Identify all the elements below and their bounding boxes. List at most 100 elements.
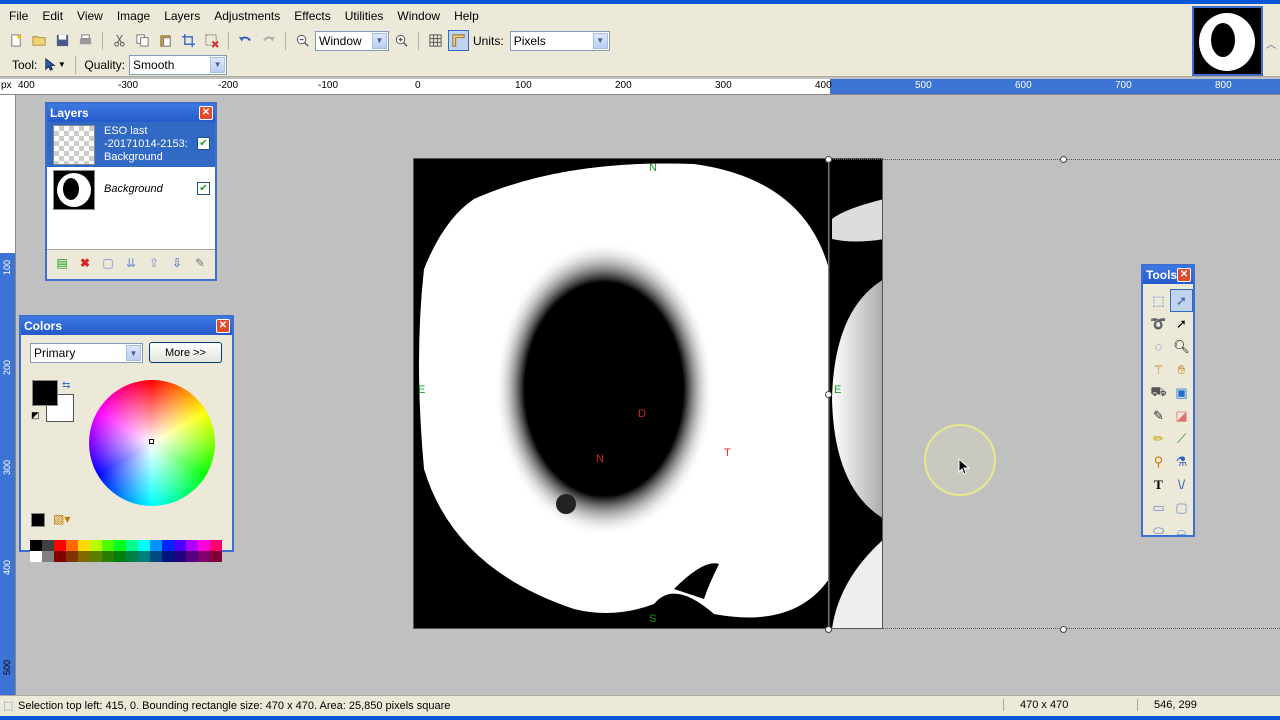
- text-tool-icon[interactable]: T: [1147, 473, 1170, 496]
- paste-button[interactable]: [155, 30, 176, 51]
- palette-swatch[interactable]: [186, 540, 198, 551]
- menu-effects[interactable]: Effects: [287, 7, 337, 25]
- crop-button[interactable]: [178, 30, 199, 51]
- swap-colors-icon[interactable]: ⇆: [62, 380, 70, 391]
- rounded-rectangle-tool-icon[interactable]: ▢: [1170, 496, 1193, 519]
- zoom-in-button[interactable]: [391, 30, 412, 51]
- add-layer-icon[interactable]: ▤: [54, 255, 70, 271]
- close-icon[interactable]: ✕: [1177, 268, 1191, 282]
- palette-swatch[interactable]: [66, 551, 78, 562]
- move-layer-up-icon[interactable]: ⇧: [146, 255, 162, 271]
- clone-stamp-tool-icon[interactable]: ⚲: [1147, 450, 1170, 473]
- selection-handle[interactable]: [825, 156, 832, 163]
- undo-button[interactable]: [235, 30, 256, 51]
- primary-color-swatch[interactable]: [32, 380, 58, 406]
- close-icon[interactable]: ✕: [199, 106, 213, 120]
- palette-swatch[interactable]: [138, 551, 150, 562]
- palette-swatch[interactable]: [78, 540, 90, 551]
- palette-swatch[interactable]: [54, 540, 66, 551]
- ellipse-select-tool-icon[interactable]: ◌: [1147, 335, 1170, 358]
- zoom-out-button[interactable]: [292, 30, 313, 51]
- palette-swatch[interactable]: [150, 540, 162, 551]
- palette-swatch[interactable]: [186, 551, 198, 562]
- palette-swatch[interactable]: [30, 540, 42, 551]
- rulers-toggle-button[interactable]: [448, 30, 469, 51]
- palette-swatch[interactable]: [102, 551, 114, 562]
- print-button[interactable]: [75, 30, 96, 51]
- menu-utilities[interactable]: Utilities: [338, 7, 391, 25]
- selection-handle[interactable]: [825, 626, 832, 633]
- layers-window-titlebar[interactable]: Layers ✕: [47, 104, 215, 122]
- palette-menu-icon[interactable]: ▧▾: [53, 512, 70, 526]
- zoom-tool-icon[interactable]: 🔍︎: [1170, 335, 1193, 358]
- menu-view[interactable]: View: [70, 7, 110, 25]
- palette-swatch[interactable]: [114, 551, 126, 562]
- quality-select[interactable]: Smooth ▼: [129, 54, 228, 75]
- palette-color-swatch[interactable]: [31, 513, 45, 527]
- selection-rectangle[interactable]: [828, 159, 1280, 629]
- menu-adjustments[interactable]: Adjustments: [207, 7, 287, 25]
- more-button[interactable]: More >>: [149, 342, 222, 363]
- merge-layer-down-icon[interactable]: ⇊: [123, 255, 139, 271]
- reset-colors-icon[interactable]: ◩: [31, 410, 40, 421]
- open-button[interactable]: [29, 30, 50, 51]
- menu-edit[interactable]: Edit: [35, 7, 70, 25]
- duplicate-layer-icon[interactable]: ▢: [100, 255, 116, 271]
- menu-image[interactable]: Image: [110, 7, 157, 25]
- palette-swatch[interactable]: [30, 551, 42, 562]
- tool-picker-button[interactable]: ▼: [41, 54, 67, 75]
- rectangle-tool-icon[interactable]: ▭: [1147, 496, 1170, 519]
- layer-visibility-checkbox[interactable]: ✔: [197, 137, 210, 150]
- ellipse-tool-icon[interactable]: ⬭: [1147, 519, 1170, 542]
- save-button[interactable]: [52, 30, 73, 51]
- eraser-tool-icon[interactable]: ◪: [1170, 404, 1193, 427]
- grid-toggle-button[interactable]: [425, 30, 446, 51]
- pan-tool-icon[interactable]: ✋︎: [1170, 358, 1193, 381]
- palette-swatch[interactable]: [78, 551, 90, 562]
- layer-visibility-checkbox[interactable]: ✔: [197, 182, 210, 195]
- layer-item[interactable]: ESO last -20171014-2153: Background ✔: [47, 122, 215, 167]
- move-layer-down-icon[interactable]: ⇩: [169, 255, 185, 271]
- palette-swatch[interactable]: [162, 540, 174, 551]
- palette-swatch[interactable]: [126, 540, 138, 551]
- recolor-tool-icon[interactable]: ⚗: [1170, 450, 1193, 473]
- zoom-select[interactable]: Window ▼: [315, 30, 389, 51]
- color-picker-tool-icon[interactable]: ⟋: [1170, 427, 1193, 450]
- pencil-tool-icon[interactable]: ✏︎: [1147, 427, 1170, 450]
- line-curve-tool-icon[interactable]: \/: [1170, 473, 1193, 496]
- selection-handle[interactable]: [1060, 156, 1067, 163]
- selection-handle[interactable]: [825, 391, 832, 398]
- palette-swatch[interactable]: [198, 551, 210, 562]
- palette-swatch[interactable]: [66, 540, 78, 551]
- copy-button[interactable]: [132, 30, 153, 51]
- paintbrush-tool-icon[interactable]: ✎: [1147, 404, 1170, 427]
- cut-button[interactable]: [109, 30, 130, 51]
- palette-swatch[interactable]: [54, 551, 66, 562]
- palette-swatch[interactable]: [162, 551, 174, 562]
- new-button[interactable]: [6, 30, 27, 51]
- palette-swatch[interactable]: [90, 551, 102, 562]
- palette-swatch[interactable]: [114, 540, 126, 551]
- palette-swatch[interactable]: [210, 540, 222, 551]
- delete-layer-icon[interactable]: ✖: [77, 255, 93, 271]
- tools-window-titlebar[interactable]: Tools ✕: [1143, 266, 1193, 284]
- deselect-button[interactable]: [201, 30, 222, 51]
- palette-swatch[interactable]: [198, 540, 210, 551]
- palette-swatch[interactable]: [42, 540, 54, 551]
- units-select[interactable]: Pixels ▼: [509, 30, 610, 51]
- palette-swatch[interactable]: [102, 540, 114, 551]
- menu-window[interactable]: Window: [390, 7, 447, 25]
- color-mode-select[interactable]: Primary ▼: [30, 343, 143, 363]
- move-selected-pixels-tool-icon[interactable]: ➚: [1170, 289, 1193, 312]
- color-wheel-picker[interactable]: [149, 439, 154, 444]
- colors-window-titlebar[interactable]: Colors ✕: [21, 317, 232, 335]
- palette-swatch[interactable]: [150, 551, 162, 562]
- freeform-shape-tool-icon[interactable]: ⌓: [1170, 519, 1193, 542]
- move-selection-tool-icon[interactable]: ➚: [1170, 312, 1193, 335]
- close-icon[interactable]: ✕: [216, 319, 230, 333]
- menu-help[interactable]: Help: [447, 7, 486, 25]
- gradient-tool-icon[interactable]: ▣: [1170, 381, 1193, 404]
- palette-swatch[interactable]: [174, 540, 186, 551]
- palette-swatch[interactable]: [174, 551, 186, 562]
- rectangle-select-tool-icon[interactable]: ⬚: [1147, 289, 1170, 312]
